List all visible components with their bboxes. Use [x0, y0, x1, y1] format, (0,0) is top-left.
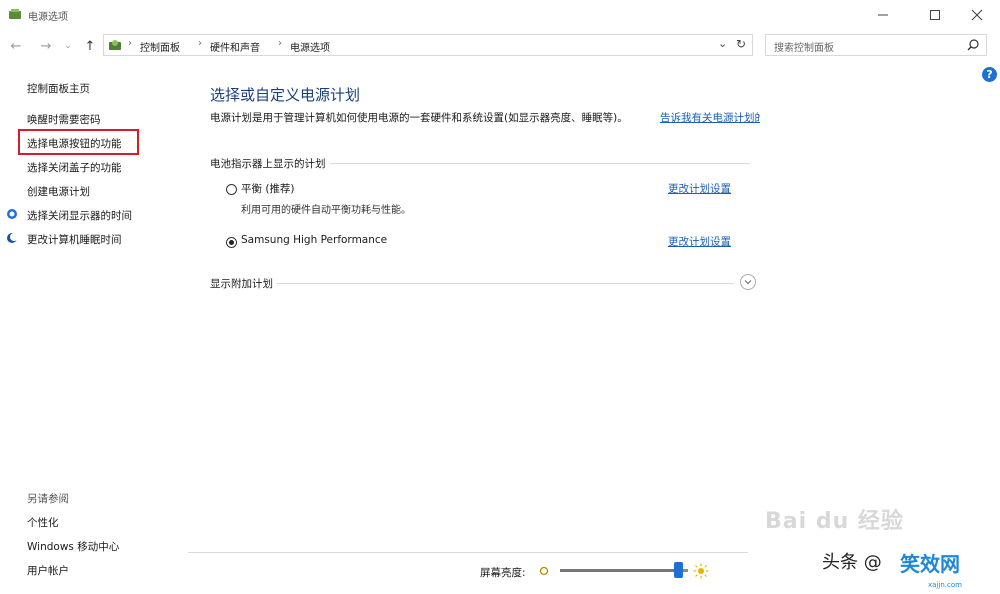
- learn-more-link[interactable]: 告诉我有关电源计划的更多信息: [660, 110, 760, 125]
- sidebar-item-sleep-time[interactable]: 更改计算机睡眠时间: [27, 232, 122, 247]
- chevron-down-icon[interactable]: ⌄: [718, 37, 727, 50]
- plan-radio-balanced[interactable]: [226, 184, 237, 195]
- display-icon: [7, 209, 17, 219]
- baidu-watermark: Bai du 经验: [765, 509, 904, 534]
- page-title: 选择或自定义电源计划: [210, 86, 361, 104]
- more-plans-label[interactable]: 显示附加计划: [210, 276, 277, 291]
- breadcrumb-separator-icon: ›: [128, 38, 132, 49]
- plan-name-samsung[interactable]: Samsung High Performance: [241, 234, 387, 246]
- search-input[interactable]: 搜索控制面板: [774, 39, 834, 54]
- plan-description-balanced: 利用可用的硬件自动平衡功耗与性能。: [241, 205, 411, 216]
- address-bar[interactable]: › 控制面板 › 硬件和声音 › 电源选项 ⌄ ↻: [103, 34, 753, 56]
- maximize-button[interactable]: [918, 0, 952, 30]
- see-also-user-accounts[interactable]: 用户帐户: [27, 563, 69, 578]
- sidebar-item-power-button[interactable]: 选择电源按钮的功能: [27, 136, 122, 151]
- expand-more-plans-button[interactable]: [740, 274, 756, 290]
- minimize-icon: [878, 14, 888, 16]
- brightness-slider-thumb[interactable]: [673, 562, 683, 578]
- help-icon[interactable]: ?: [982, 67, 997, 82]
- sun-bright-icon: [693, 563, 709, 579]
- brightness-divider: [188, 552, 748, 553]
- see-also-mobility-center[interactable]: Windows 移动中心: [27, 539, 119, 554]
- breadcrumb-control-panel[interactable]: 控制面板: [140, 39, 180, 54]
- section-label: 电池指示器上显示的计划: [210, 156, 330, 171]
- power-options-icon: [9, 9, 21, 19]
- window-title: 电源选项: [28, 12, 68, 23]
- minimize-button[interactable]: [866, 0, 900, 30]
- recent-locations-button[interactable]: ⌄: [60, 38, 76, 54]
- sidebar-item-lid-close[interactable]: 选择关闭盖子的功能: [27, 160, 122, 175]
- breadcrumb-separator-icon: ›: [198, 38, 202, 49]
- toutiao-watermark: 头条 @: [822, 552, 882, 573]
- title-bar: 电源选项: [0, 0, 1000, 30]
- plan-description-text: 电源计划是用于管理计算机如何使用电源的一套硬件和系统设置(如显示器亮度、睡眠等)…: [210, 112, 628, 124]
- brightness-slider-fill: [560, 569, 678, 572]
- change-plan-settings-samsung[interactable]: 更改计划设置: [668, 234, 731, 249]
- moon-icon: [7, 233, 18, 243]
- sidebar-item-wake-password[interactable]: 唤醒时需要密码: [27, 112, 101, 127]
- more-plans-divider: [210, 283, 734, 284]
- chevron-down-icon: [744, 280, 752, 285]
- breadcrumb-hardware-sound[interactable]: 硬件和声音: [210, 39, 260, 54]
- control-panel-icon: [109, 40, 121, 50]
- plan-description: 电源计划是用于管理计算机如何使用电源的一套硬件和系统设置(如显示器亮度、睡眠等)…: [210, 110, 628, 125]
- plan-name-balanced[interactable]: 平衡 (推荐): [241, 181, 295, 196]
- sidebar-item-display-off[interactable]: 选择关闭显示器的时间: [27, 208, 132, 223]
- sun-dim-icon: [539, 566, 549, 576]
- arrow-right-icon: →: [40, 38, 52, 54]
- breadcrumb-separator-icon: ›: [278, 38, 282, 49]
- forward-button[interactable]: →: [38, 38, 54, 54]
- see-also-heading: 另请参阅: [27, 493, 69, 505]
- breadcrumb-power-options[interactable]: 电源选项: [290, 39, 330, 54]
- arrow-up-icon: ↑: [84, 38, 96, 54]
- change-plan-settings-balanced[interactable]: 更改计划设置: [668, 181, 731, 196]
- plan-radio-samsung[interactable]: [226, 237, 237, 248]
- brightness-label: 屏幕亮度:: [480, 567, 526, 579]
- search-icon[interactable]: [966, 38, 980, 52]
- chevron-down-icon: ⌄: [64, 41, 72, 51]
- back-button[interactable]: ←: [8, 38, 24, 54]
- maximize-icon: [930, 10, 940, 20]
- sidebar-item-create-plan[interactable]: 创建电源计划: [27, 184, 90, 199]
- close-button[interactable]: [960, 0, 994, 30]
- close-icon: [971, 9, 983, 21]
- sidebar-home-link[interactable]: 控制面板主页: [27, 81, 90, 96]
- url-watermark: xajjn.com: [928, 581, 962, 589]
- see-also-personalization[interactable]: 个性化: [27, 515, 59, 530]
- up-button[interactable]: ↑: [82, 38, 98, 54]
- refresh-icon[interactable]: ↻: [736, 37, 746, 51]
- brand-watermark: 笑效网: [900, 552, 960, 576]
- arrow-left-icon: ←: [10, 38, 22, 54]
- search-box[interactable]: 搜索控制面板: [765, 34, 987, 56]
